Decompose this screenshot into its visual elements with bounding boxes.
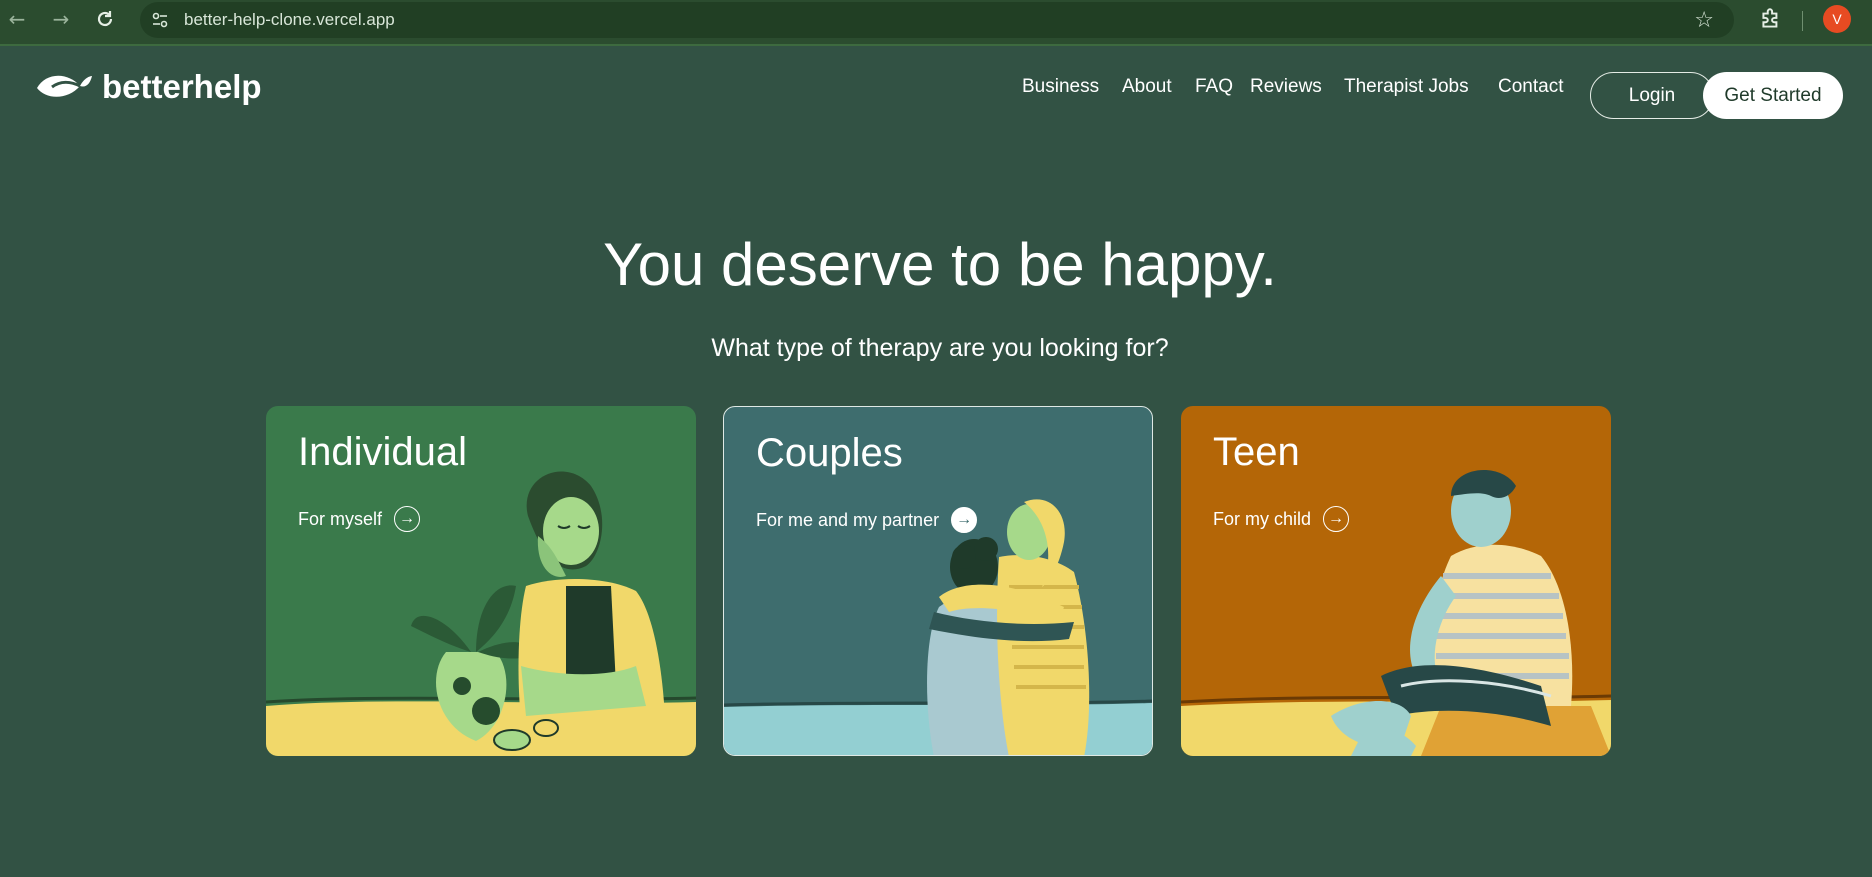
nav-therapist-jobs[interactable]: Therapist Jobs bbox=[1344, 76, 1469, 98]
card-title: Individual bbox=[298, 430, 468, 474]
address-bar[interactable]: better-help-clone.vercel.app ☆ bbox=[140, 2, 1734, 38]
hero-subhead: What type of therapy are you looking for… bbox=[711, 334, 1169, 362]
arrow-right-icon: → bbox=[394, 506, 421, 532]
logo[interactable]: betterhelp bbox=[34, 68, 262, 106]
nav-reviews[interactable]: Reviews bbox=[1250, 76, 1322, 98]
browser-toolbar: ← → better-help-clone.vercel.app ☆ V bbox=[0, 0, 1872, 46]
site-info-icon[interactable] bbox=[150, 10, 170, 30]
arrow-right-icon: → bbox=[1323, 506, 1350, 532]
login-button[interactable]: Login bbox=[1590, 72, 1714, 119]
url-text[interactable]: better-help-clone.vercel.app bbox=[184, 10, 395, 30]
card-teen[interactable]: Teen For my child → bbox=[1181, 406, 1611, 756]
card-subtitle: For me and my partner bbox=[756, 509, 940, 530]
nav-faq[interactable]: FAQ bbox=[1195, 76, 1233, 98]
hero-headline: You deserve to be happy. bbox=[603, 231, 1277, 298]
card-subtitle-link[interactable]: For myself → bbox=[298, 506, 421, 532]
profile-avatar[interactable]: V bbox=[1823, 5, 1851, 33]
card-couples[interactable]: Couples For me and my partner → bbox=[723, 406, 1153, 756]
leaf-logo-icon bbox=[37, 75, 92, 97]
nav-about[interactable]: About bbox=[1122, 76, 1172, 98]
nav-contact[interactable]: Contact bbox=[1498, 76, 1563, 98]
toolbar-divider bbox=[1802, 11, 1803, 31]
card-title: Couples bbox=[756, 431, 903, 475]
reload-icon[interactable] bbox=[92, 6, 118, 32]
card-subtitle-link[interactable]: For my child → bbox=[1213, 506, 1350, 532]
logo-text: betterhelp bbox=[102, 68, 262, 105]
star-icon[interactable]: ☆ bbox=[1694, 8, 1714, 33]
card-title: Teen bbox=[1213, 430, 1300, 474]
back-icon[interactable]: ← bbox=[4, 6, 30, 32]
forward-icon[interactable]: → bbox=[48, 6, 74, 32]
card-subtitle-link[interactable]: For me and my partner → bbox=[756, 507, 978, 533]
card-subtitle: For myself bbox=[298, 508, 383, 529]
get-started-button[interactable]: Get Started bbox=[1703, 72, 1843, 119]
nav-business[interactable]: Business bbox=[1022, 76, 1099, 98]
card-subtitle: For my child bbox=[1213, 508, 1312, 529]
extensions-icon[interactable] bbox=[1758, 6, 1784, 32]
arrow-right-icon: → bbox=[951, 507, 978, 533]
card-individual[interactable]: Individual For myself → bbox=[266, 406, 696, 756]
